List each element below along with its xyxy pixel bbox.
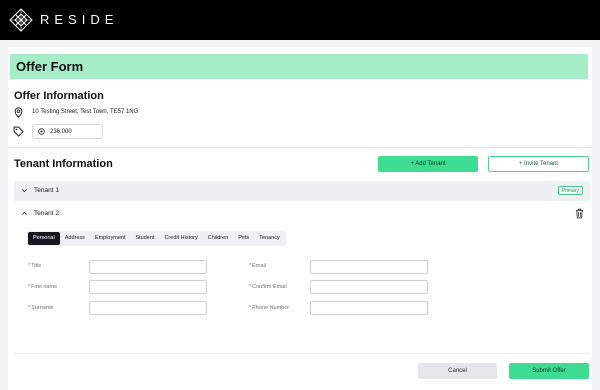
- top-navigation-bar: RESIDE: [0, 0, 600, 40]
- cancel-button[interactable]: Cancel: [418, 363, 497, 379]
- property-address: 10 Testing Street, Test Town, TE57 1NG: [32, 109, 139, 115]
- primary-badge: Primary: [557, 186, 583, 195]
- location-pin-icon: [14, 107, 23, 118]
- phone-number-label: *Phone Number: [249, 305, 290, 311]
- tag-icon: [13, 126, 24, 137]
- tenant-detail-tabs: Personal Address Employment Student Cred…: [27, 231, 286, 246]
- tab-children[interactable]: Children: [203, 232, 233, 245]
- submit-offer-button[interactable]: Submit Offer: [509, 363, 589, 379]
- surname-label: *Surname: [28, 305, 54, 311]
- diamond-lattice-logo-icon[interactable]: [9, 8, 33, 32]
- offer-price-field[interactable]: 236,000: [32, 124, 103, 139]
- tenant-2-row[interactable]: Tenant 2: [14, 204, 590, 224]
- tab-employment[interactable]: Employment: [90, 232, 131, 245]
- tab-student[interactable]: Student: [130, 232, 159, 245]
- offer-form-page: Offer Form Offer Information 10 Testing …: [8, 47, 592, 390]
- phone-number-input[interactable]: [310, 301, 428, 315]
- confirm-email-input[interactable]: [310, 280, 428, 294]
- first-name-label: *First name: [28, 284, 58, 290]
- email-input[interactable]: [310, 260, 428, 274]
- tab-address[interactable]: Address: [60, 232, 90, 245]
- section-divider: [8, 147, 592, 148]
- coin-icon: [38, 128, 45, 135]
- chevron-down-icon: [22, 189, 27, 193]
- surname-input[interactable]: [89, 301, 207, 315]
- tenant-information-heading: Tenant Information: [14, 158, 113, 170]
- tab-tenancy[interactable]: Tenancy: [254, 232, 285, 245]
- offer-price-value: 236,000: [50, 129, 72, 135]
- confirm-email-label: *Confirm Email: [249, 284, 287, 290]
- email-label: *Email: [249, 263, 266, 269]
- tenant-2-label: Tenant 2: [34, 210, 59, 217]
- add-tenant-button[interactable]: + Add Tenant: [378, 156, 478, 172]
- first-name-input[interactable]: [89, 280, 207, 294]
- tab-credit-history[interactable]: Credit History: [159, 232, 202, 245]
- title-input[interactable]: [89, 260, 207, 274]
- offer-information-heading: Offer Information: [14, 90, 104, 102]
- brand-name: RESIDE: [40, 12, 119, 27]
- page-title: Offer Form: [16, 59, 84, 74]
- tab-pets[interactable]: Pets: [233, 232, 254, 245]
- chevron-up-icon: [22, 211, 27, 215]
- tenant-1-label: Tenant 1: [34, 187, 59, 194]
- title-label: *Title: [28, 263, 42, 269]
- trash-icon[interactable]: [575, 208, 584, 219]
- tab-personal[interactable]: Personal: [28, 232, 60, 245]
- tenant-1-row[interactable]: Tenant 1 Primary: [14, 181, 590, 201]
- form-title-bar: Offer Form: [10, 54, 588, 79]
- invite-tenant-button[interactable]: + Invite Tenant: [488, 156, 589, 172]
